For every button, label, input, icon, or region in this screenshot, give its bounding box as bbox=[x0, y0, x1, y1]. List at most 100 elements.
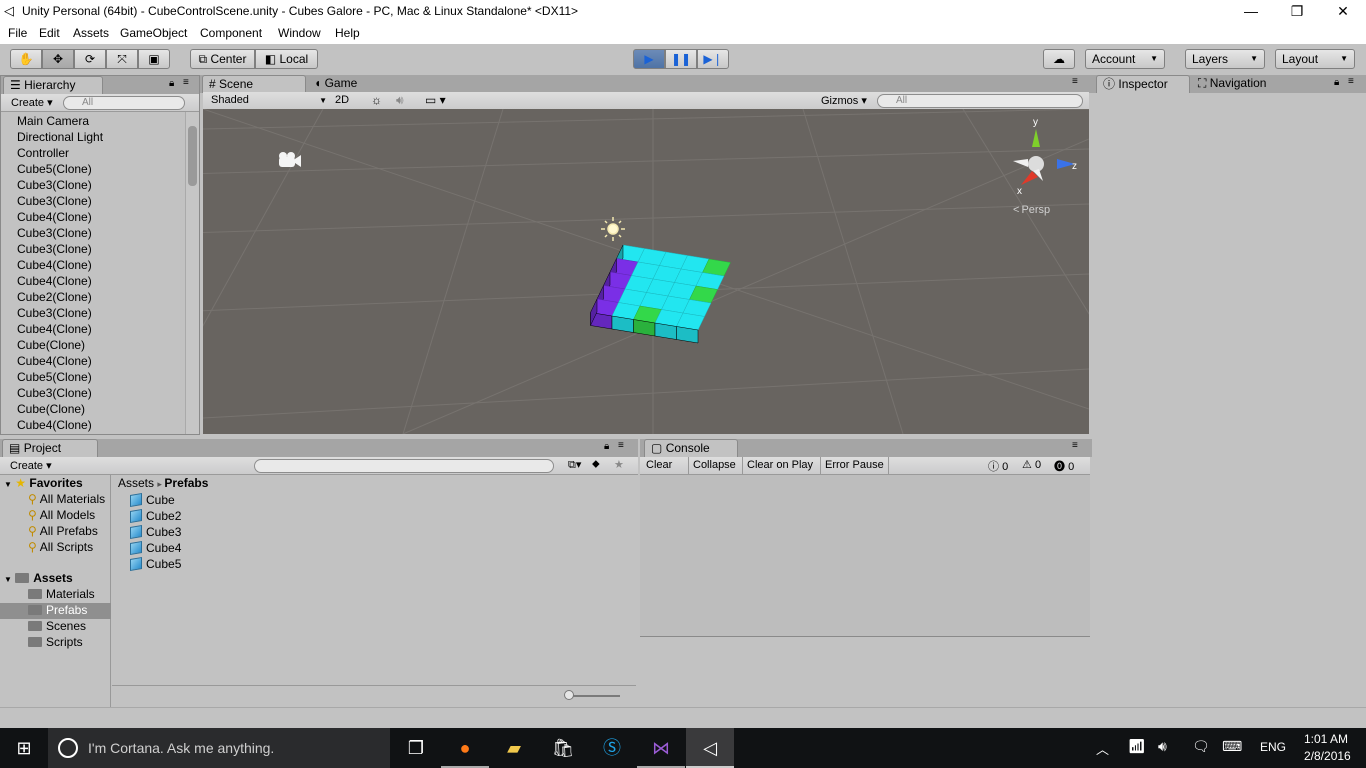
tab-console[interactable]: ▢ Console bbox=[644, 439, 738, 457]
cube-grid-object[interactable] bbox=[590, 244, 731, 344]
lock-icon[interactable]: 🔒︎ bbox=[604, 441, 609, 452]
assets-section[interactable]: ▼ Assets bbox=[4, 571, 73, 587]
asset-folder-item[interactable]: Materials bbox=[0, 587, 111, 603]
scroll-thumb[interactable] bbox=[188, 126, 197, 186]
keyboard-icon[interactable]: ⌨ bbox=[1222, 738, 1242, 755]
asset-folder-item[interactable]: Scenes bbox=[0, 619, 111, 635]
rotate-tool-icon[interactable]: ⟳ bbox=[74, 49, 106, 69]
menu-window[interactable]: Window bbox=[278, 26, 321, 40]
console-log-list[interactable] bbox=[640, 475, 1090, 637]
menu-assets[interactable]: Assets bbox=[73, 26, 109, 40]
hierarchy-item[interactable]: Cube5(Clone) bbox=[17, 162, 92, 178]
hierarchy-item[interactable]: Cube4(Clone) bbox=[17, 322, 92, 338]
file-explorer-icon[interactable]: ▰ bbox=[490, 728, 538, 768]
close-button[interactable]: ✕ bbox=[1320, 0, 1366, 24]
windows-start-icon[interactable]: ⊞ bbox=[0, 728, 48, 768]
asset-folder-item[interactable]: Prefabs bbox=[0, 603, 111, 619]
scale-tool-icon[interactable]: ⤧ bbox=[106, 49, 138, 69]
search-by-type-icon[interactable]: ⧉▾ bbox=[568, 458, 581, 472]
play-button[interactable]: ▶ bbox=[633, 49, 665, 69]
prefab-item[interactable]: Cube3 bbox=[130, 524, 181, 541]
mode-2d-toggle[interactable]: 2D bbox=[335, 94, 349, 106]
show-hidden-icons-chevron-icon[interactable]: ︿ bbox=[1096, 739, 1109, 758]
tab-inspector[interactable]: ⓘ Inspector bbox=[1096, 75, 1190, 93]
hierarchy-create-dropdown[interactable]: Create ▾ bbox=[11, 96, 53, 109]
tab-navigation[interactable]: ⛶ Navigation bbox=[1192, 75, 1302, 93]
lighting-toggle-icon[interactable]: ☼ bbox=[371, 93, 382, 107]
menu-gameobject[interactable]: GameObject bbox=[120, 26, 187, 40]
rect-tool-icon[interactable]: ▣ bbox=[138, 49, 170, 69]
hierarchy-item[interactable]: Cube(Clone) bbox=[17, 338, 85, 354]
menu-edit[interactable]: Edit bbox=[39, 26, 60, 40]
cloud-icon[interactable]: ☁ bbox=[1043, 49, 1075, 69]
panel-menu-icon[interactable]: ≡ bbox=[183, 77, 189, 88]
audio-toggle-icon[interactable]: 🔊︎ bbox=[396, 93, 404, 108]
unity-taskbar-icon[interactable]: ◁ bbox=[686, 728, 734, 768]
lock-icon[interactable]: 🔒︎ bbox=[1334, 77, 1339, 88]
favorite-star-icon[interactable]: ★ bbox=[614, 458, 624, 471]
step-button[interactable]: ▶❘ bbox=[697, 49, 729, 69]
console-error-pause-button[interactable]: Error Pause bbox=[820, 457, 889, 474]
lock-icon[interactable]: 🔒︎ bbox=[169, 78, 174, 89]
hierarchy-item[interactable]: Cube2(Clone) bbox=[17, 290, 92, 306]
effects-toggle-icon[interactable]: ▭ ▾ bbox=[425, 93, 446, 107]
task-view-icon[interactable]: ❐ bbox=[392, 728, 440, 768]
hierarchy-item[interactable]: Cube4(Clone) bbox=[17, 210, 92, 226]
gizmos-dropdown[interactable]: Gizmos ▾ bbox=[821, 94, 867, 107]
space-local-button[interactable]: ◧ Local bbox=[255, 49, 318, 69]
store-icon[interactable]: 🛍︎ bbox=[539, 728, 587, 768]
prefab-item[interactable]: Cube2 bbox=[130, 508, 181, 525]
panel-menu-icon[interactable]: ≡ bbox=[1072, 440, 1078, 451]
layers-dropdown[interactable]: Layers ▼ bbox=[1185, 49, 1265, 69]
hierarchy-item[interactable]: Cube3(Clone) bbox=[17, 306, 92, 322]
panel-menu-icon[interactable]: ≡ bbox=[1072, 76, 1078, 87]
menu-help[interactable]: Help bbox=[335, 26, 360, 40]
project-search-input[interactable] bbox=[254, 459, 554, 473]
console-collapse-button[interactable]: Collapse bbox=[688, 457, 736, 474]
hierarchy-item[interactable]: Controller bbox=[17, 146, 69, 162]
project-create-dropdown[interactable]: Create ▾ bbox=[10, 459, 52, 472]
hierarchy-item[interactable]: Cube3(Clone) bbox=[17, 386, 92, 402]
hierarchy-item[interactable]: Directional Light bbox=[17, 130, 103, 146]
menu-file[interactable]: File bbox=[8, 26, 27, 40]
tab-scene[interactable]: # Scene bbox=[202, 75, 306, 93]
restore-button[interactable]: ❐ bbox=[1274, 0, 1320, 24]
search-by-label-icon[interactable]: ⬥ bbox=[592, 458, 600, 471]
hierarchy-item[interactable]: Cube4(Clone) bbox=[17, 418, 92, 434]
hierarchy-item[interactable]: Cube4(Clone) bbox=[17, 274, 92, 290]
asset-folder-item[interactable]: Scripts bbox=[0, 635, 111, 651]
account-dropdown[interactable]: Account ▼ bbox=[1085, 49, 1165, 69]
error-filter-toggle[interactable]: ⓿ 0 bbox=[1054, 458, 1074, 474]
tab-game[interactable]: ◖ Game bbox=[308, 75, 388, 93]
hierarchy-search-input[interactable]: All bbox=[63, 96, 185, 110]
pause-button[interactable]: ❚❚ bbox=[665, 49, 697, 69]
clock-date[interactable]: 2/8/2016 bbox=[1304, 749, 1351, 763]
console-clear-on-play-button[interactable]: Clear on Play bbox=[742, 457, 813, 474]
hierarchy-item[interactable]: Cube3(Clone) bbox=[17, 194, 92, 210]
visual-studio-icon[interactable]: ⋈ bbox=[637, 728, 685, 768]
layout-dropdown[interactable]: Layout ▼ bbox=[1275, 49, 1355, 69]
cortana-search-box[interactable]: I'm Cortana. Ask me anything. bbox=[48, 728, 390, 768]
favorite-item[interactable]: ⚲ All Prefabs bbox=[28, 524, 98, 540]
hierarchy-item[interactable]: Cube(Clone) bbox=[17, 402, 85, 418]
clock-time[interactable]: 1:01 AM bbox=[1304, 732, 1348, 746]
network-icon[interactable]: 📶︎ bbox=[1128, 738, 1146, 755]
prefab-item[interactable]: Cube4 bbox=[130, 540, 181, 557]
move-tool-icon[interactable]: ✥ bbox=[42, 49, 74, 69]
skype-icon[interactable]: Ⓢ bbox=[588, 728, 636, 768]
favorite-item[interactable]: ⚲ All Scripts bbox=[28, 540, 93, 556]
shading-dropdown[interactable]: Shaded ▼ bbox=[211, 94, 327, 106]
hierarchy-scrollbar[interactable] bbox=[185, 112, 199, 434]
hierarchy-item[interactable]: Main Camera bbox=[17, 114, 89, 130]
warning-filter-toggle[interactable]: ⚠ 0 bbox=[1022, 458, 1041, 471]
console-detail-area[interactable] bbox=[640, 638, 1090, 706]
favorite-item[interactable]: ⚲ All Materials bbox=[28, 492, 105, 508]
volume-icon[interactable]: 🔊︎ bbox=[1158, 738, 1167, 755]
firefox-icon[interactable]: ● bbox=[441, 728, 489, 768]
favorite-item[interactable]: ⚲ All Models bbox=[28, 508, 95, 524]
zoom-slider-thumb[interactable] bbox=[564, 690, 574, 700]
hierarchy-item[interactable]: Cube4(Clone) bbox=[17, 354, 92, 370]
light-gizmo-icon[interactable] bbox=[601, 217, 625, 241]
persp-label[interactable]: < Persp bbox=[1013, 204, 1050, 216]
breadcrumb-assets[interactable]: Assets bbox=[118, 476, 154, 490]
